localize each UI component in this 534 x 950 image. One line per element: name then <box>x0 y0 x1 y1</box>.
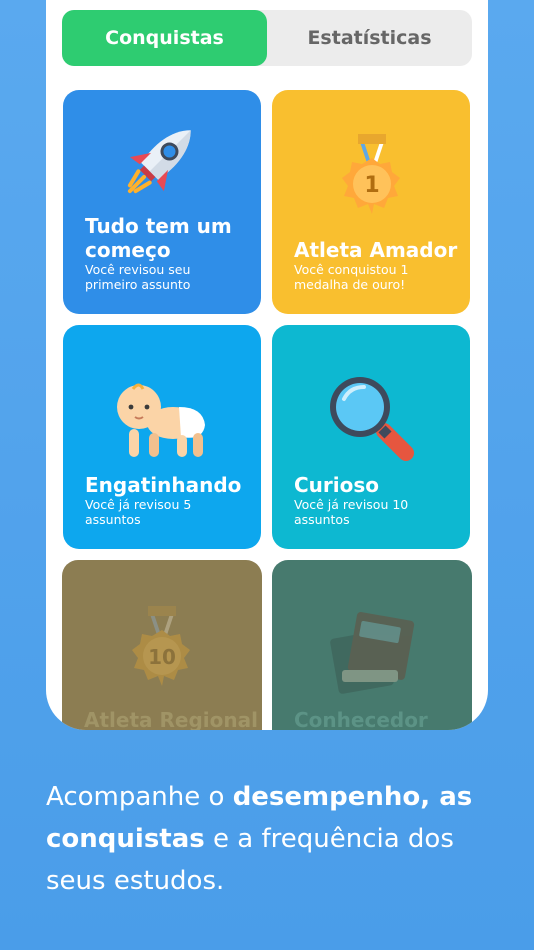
baby-icon <box>117 383 205 457</box>
rocket-icon <box>127 130 191 194</box>
caption-text-1: Acompanhe o <box>46 782 233 812</box>
medal-number: 10 <box>148 645 176 669</box>
medal-10-icon: 10 <box>132 606 190 686</box>
magnifier-icon <box>330 377 414 461</box>
card-description: Você já revisou 5 assuntos <box>85 497 192 527</box>
card-title: Engatinhando <box>85 473 242 497</box>
books-icon <box>330 612 415 694</box>
achievement-card-amateur-athlete[interactable]: 1 Atleta Amador Você conquistou 1 medalh… <box>272 90 470 314</box>
achievement-card-first-review[interactable]: Tudo tem um começo Você revisou seu prim… <box>63 90 261 314</box>
card-description: Você conquistou 1 medalha de ouro! <box>294 262 409 292</box>
tab-achievements[interactable]: Conquistas <box>62 10 267 66</box>
achievement-card-regional-athlete[interactable]: 10 Atleta Regional <box>62 560 262 730</box>
achievement-card-crawling[interactable]: Engatinhando Você já revisou 5 assuntos <box>63 325 261 549</box>
achievement-card-curious[interactable]: Curioso Você já revisou 10 assuntos <box>272 325 470 549</box>
card-description: Você revisou seu primeiro assunto <box>85 262 191 292</box>
card-description: Você já revisou 10 assuntos <box>294 497 409 527</box>
card-title: Atleta Amador <box>294 238 458 262</box>
card-title: Curioso <box>294 473 380 497</box>
card-title: Conhecedor <box>294 708 428 730</box>
achievement-card-connoisseur[interactable]: Conhecedor <box>272 560 472 730</box>
medal-number: 1 <box>364 173 379 198</box>
tab-statistics[interactable]: Estatísticas <box>267 10 472 66</box>
caption: Acompanhe o desempenho, as conquistas e … <box>46 776 486 902</box>
tab-bar: Conquistas Estatísticas <box>62 10 472 66</box>
phone-frame: Conquistas Estatísticas Tudo tem um come… <box>46 0 488 730</box>
card-title: Tudo tem um começo <box>85 214 232 262</box>
card-title: Atleta Regional <box>84 708 258 730</box>
medal-1-icon: 1 <box>342 134 400 214</box>
